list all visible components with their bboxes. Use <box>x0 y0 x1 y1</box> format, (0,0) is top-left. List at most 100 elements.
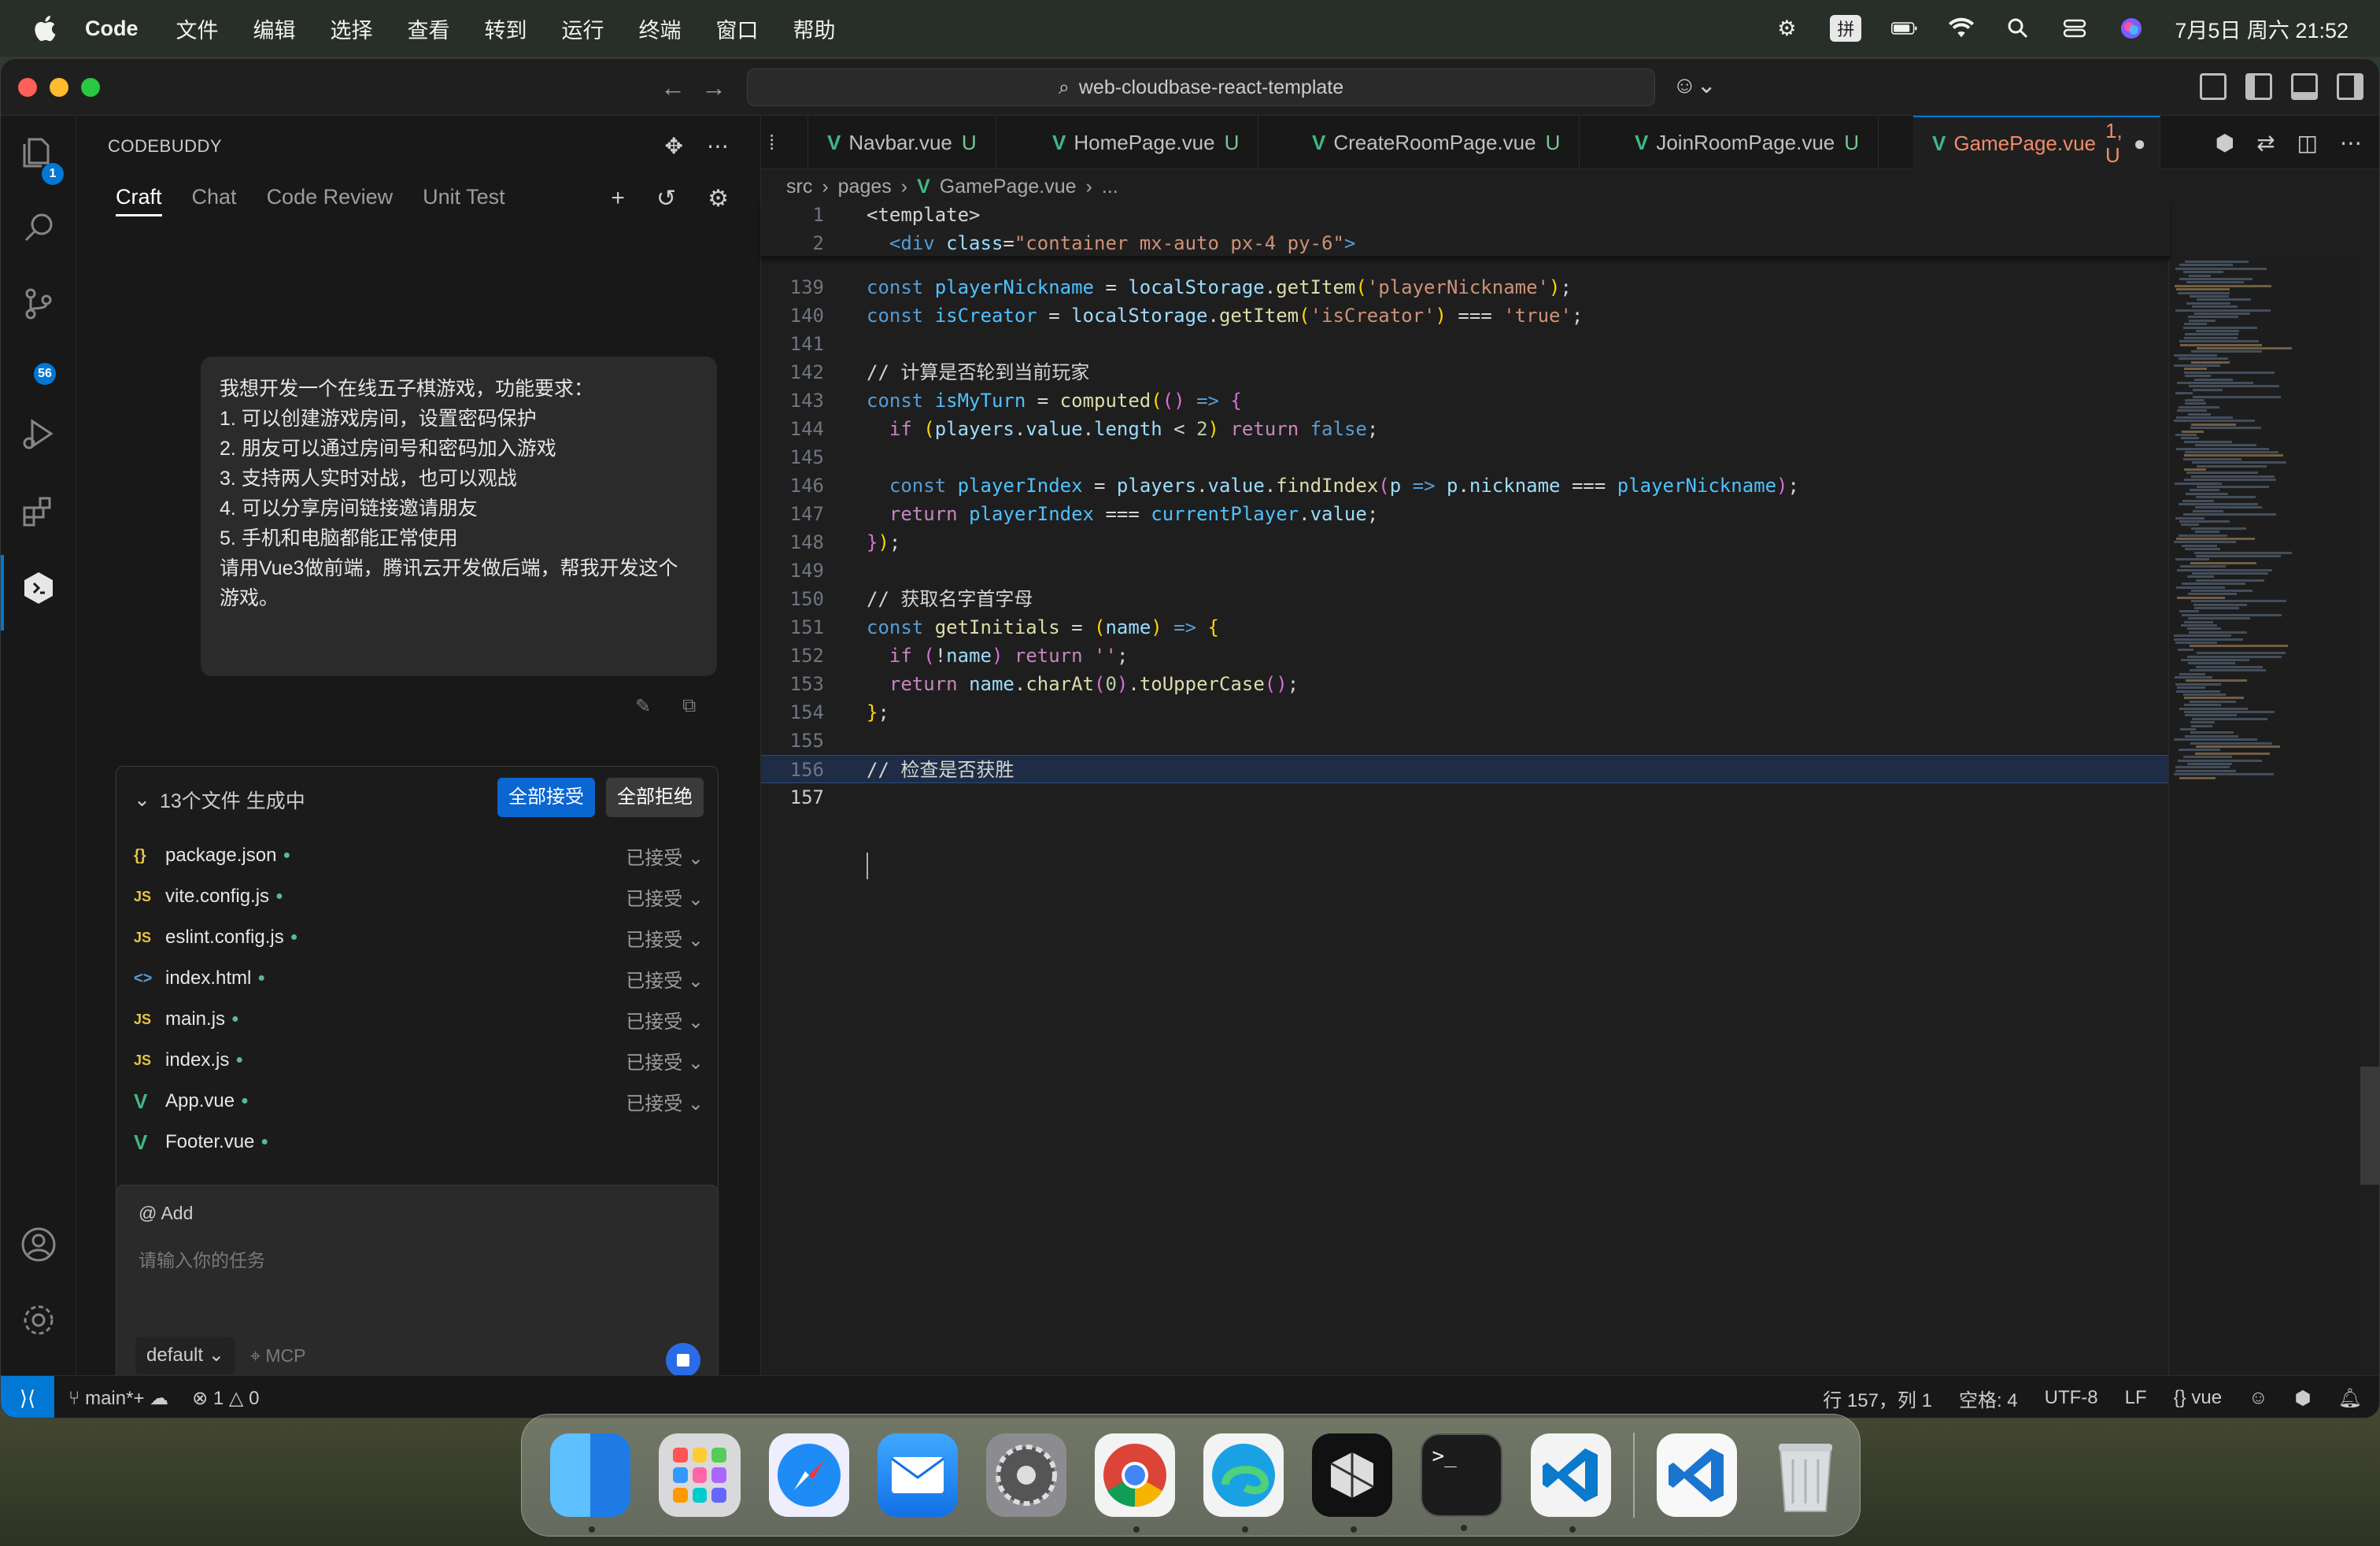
spotlight-search-icon[interactable] <box>2005 15 2031 42</box>
menu-file[interactable]: 文件 <box>176 13 219 44</box>
tab-createroompage-vue[interactable]: V CreateRoomPage.vue U <box>1293 116 1580 169</box>
menu-selection[interactable]: 选择 <box>331 13 373 44</box>
toggle-panel-icon[interactable] <box>2291 73 2318 100</box>
file-row[interactable]: JS vite.config.js ● 已接受 ⌄ <box>134 877 704 916</box>
menu-window[interactable]: 窗口 <box>716 13 759 44</box>
file-row[interactable]: JS index.js ● 已接受 ⌄ <box>134 1041 704 1080</box>
edit-message-icon[interactable]: ✎ <box>635 695 651 718</box>
task-input-box[interactable]: @ Add 请输入你的任务 default ⌄ ⌖ MCP <box>116 1185 719 1399</box>
forward-arrow-icon[interactable]: → <box>700 73 728 102</box>
drag-move-icon[interactable]: ✥ <box>665 133 683 159</box>
search-view-icon[interactable] <box>20 209 57 246</box>
breadcrumb-item[interactable]: GamePage.vue <box>940 176 1077 198</box>
cursor-icon[interactable] <box>1312 1433 1393 1533</box>
launchpad-icon[interactable] <box>659 1433 741 1517</box>
back-arrow-icon[interactable]: ← <box>659 73 687 102</box>
copy-message-icon[interactable]: ⧉ <box>682 695 696 718</box>
wifi-icon[interactable] <box>1948 15 1975 42</box>
sticky-line[interactable]: 1 <template> <box>761 201 2170 229</box>
sticky-line[interactable]: 2 <div class="container mx-auto px-4 py-… <box>761 229 2170 257</box>
extensions-icon[interactable] <box>20 492 57 530</box>
cursor-position[interactable]: 行 157，列 1 <box>1823 1385 1932 1412</box>
reject-all-button[interactable]: 全部拒绝 <box>606 778 704 817</box>
codebuddy-action-icon[interactable]: ⬢ <box>2216 130 2234 156</box>
tab-craft[interactable]: Craft <box>116 185 162 216</box>
breadcrumb-item[interactable]: pages <box>838 176 892 198</box>
chrome-icon[interactable] <box>1095 1433 1176 1533</box>
task-input[interactable]: 请输入你的任务 <box>139 1245 265 1272</box>
model-select[interactable]: default ⌄ <box>135 1337 235 1374</box>
line-ending[interactable]: LF <box>2125 1387 2147 1409</box>
menu-edit[interactable]: 编辑 <box>253 13 296 44</box>
accept-all-button[interactable]: 全部接受 <box>497 778 595 817</box>
tab-navbar-vue[interactable]: V Navbar.vue U <box>808 116 996 169</box>
edge-icon[interactable] <box>1203 1433 1284 1533</box>
menu-app-name[interactable]: Code <box>85 17 139 41</box>
toggle-secondary-sidebar-icon[interactable] <box>2337 73 2363 100</box>
vscode-icon[interactable] <box>1530 1433 1611 1533</box>
file-row[interactable]: JS eslint.config.js ● 已接受 ⌄ <box>134 918 704 957</box>
menu-run[interactable]: 运行 <box>562 13 604 44</box>
apple-icon[interactable] <box>31 13 61 43</box>
mail-icon[interactable] <box>877 1433 958 1517</box>
copilot-icon[interactable]: ☺⌄ <box>1672 72 1717 99</box>
screen-record-icon[interactable]: ⚙ <box>1773 15 1800 42</box>
compare-changes-icon[interactable]: ⇄ <box>2256 130 2275 156</box>
trash-icon[interactable] <box>1765 1433 1846 1517</box>
history-icon[interactable]: ↺ <box>656 185 676 213</box>
chevron-down-icon[interactable]: ⌄ <box>134 788 150 812</box>
command-center-search[interactable]: ⌕ web-cloudbase-react-template <box>747 68 1655 106</box>
tab-unit-test[interactable]: Unit Test <box>423 185 505 216</box>
run-debug-icon[interactable] <box>20 415 57 453</box>
siri-icon[interactable] <box>2118 15 2145 42</box>
tab-joinroompage-vue[interactable]: V JoinRoomPage.vue U <box>1616 116 1879 169</box>
mcp-button[interactable]: ⌖ MCP <box>250 1337 305 1374</box>
unsaved-dot-icon[interactable]: ● <box>2134 131 2146 156</box>
code-editor[interactable]: 139 const playerNickname = localStorage.g… <box>761 201 2170 1418</box>
menu-help[interactable]: 帮助 <box>793 13 836 44</box>
tab-gamepage-vue[interactable]: V GamePage.vue 1, U ● <box>1913 116 2160 169</box>
sticky-scroll[interactable]: 1 <template> 2 <div class="container mx-a… <box>761 201 2170 257</box>
split-editor-icon[interactable]: ◫ <box>2297 130 2318 156</box>
menu-view[interactable]: 查看 <box>408 13 450 44</box>
control-center-icon[interactable] <box>2061 15 2088 42</box>
file-row[interactable]: {} package.json ● 已接受 ⌄ <box>134 836 704 875</box>
new-chat-icon[interactable]: + <box>611 185 625 213</box>
file-row[interactable]: JS main.js ● 已接受 ⌄ <box>134 1000 704 1039</box>
file-row[interactable]: <> index.html ● 已接受 ⌄ <box>134 959 704 998</box>
minimap[interactable] <box>2168 261 2362 1378</box>
settings-gear-icon[interactable] <box>20 1301 57 1339</box>
stop-generation-button[interactable] <box>666 1343 700 1378</box>
vscode-insiders-icon[interactable] <box>1656 1433 1737 1517</box>
notifications-bell-icon[interactable]: 🔔︎ <box>2338 1387 2362 1410</box>
finder-icon[interactable] <box>550 1433 631 1533</box>
battery-icon[interactable] <box>1891 15 1918 42</box>
editor-more-actions-icon[interactable]: ⋯ <box>2340 130 2362 156</box>
menu-terminal[interactable]: 终端 <box>639 13 682 44</box>
terminal-icon[interactable]: >_ <box>1421 1433 1502 1531</box>
remote-indicator-icon[interactable]: ⟩⟨ <box>1 1376 54 1418</box>
breadcrumb-item[interactable]: src <box>786 176 812 198</box>
breadcrumb-item[interactable]: ... <box>1102 176 1118 198</box>
menu-go[interactable]: 转到 <box>485 13 527 44</box>
close-window-button[interactable] <box>18 78 37 97</box>
menubar-clock[interactable]: 7月5日 周六 21:52 <box>2175 13 2349 44</box>
tab-homepage-vue[interactable]: V HomePage.vue U <box>1033 116 1259 169</box>
accounts-icon[interactable] <box>20 1226 57 1263</box>
file-row[interactable]: V Footer.vue ● <box>134 1123 704 1162</box>
minimize-window-button[interactable] <box>50 78 68 97</box>
input-method-icon[interactable]: 拼 <box>1830 15 1862 42</box>
file-row[interactable]: V App.vue ● 已接受 ⌄ <box>134 1082 704 1121</box>
copilot-status-icon[interactable]: ☺ <box>2249 1387 2268 1409</box>
customize-layout-icon[interactable] <box>2200 73 2227 100</box>
settings-icon[interactable]: ⚙ <box>708 185 729 213</box>
tab-code-review[interactable]: Code Review <box>267 185 394 216</box>
encoding[interactable]: UTF-8 <box>2045 1387 2098 1409</box>
codebuddy-status-icon[interactable]: ⬢ <box>2295 1387 2312 1410</box>
codebuddy-icon[interactable] <box>20 569 57 607</box>
zoom-window-button[interactable] <box>81 78 100 97</box>
system-settings-icon[interactable] <box>985 1433 1067 1517</box>
problems-indicator[interactable]: ⊗ 1 △ 0 <box>192 1387 259 1410</box>
toggle-primary-sidebar-icon[interactable] <box>2245 73 2272 100</box>
indentation[interactable]: 空格: 4 <box>1959 1385 2018 1412</box>
